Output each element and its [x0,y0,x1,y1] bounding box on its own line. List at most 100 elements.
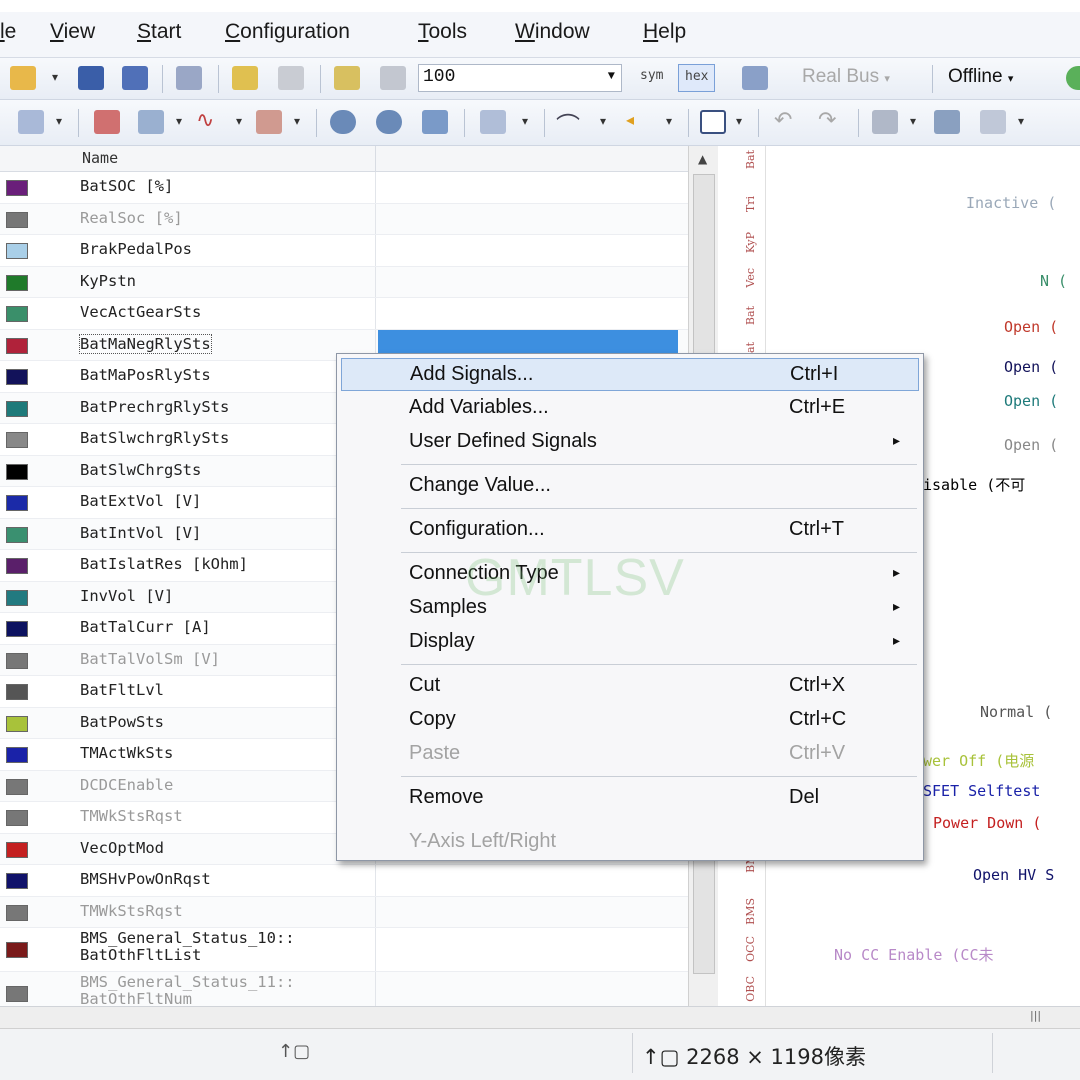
export-icon[interactable] [934,110,960,134]
signal-color-swatch[interactable] [6,306,28,322]
measurement-setup-icon[interactable] [176,66,202,90]
menu-start[interactable]: Start [137,20,181,44]
signal-color-swatch[interactable] [6,986,28,1002]
signal-color-swatch[interactable] [6,274,28,291]
layout-icon[interactable] [872,110,898,134]
chevron-down-icon[interactable]: ▾ [666,114,672,128]
menu-item-add-variables[interactable]: Add Variables... Ctrl+E [341,392,919,425]
save-icon[interactable] [78,66,104,90]
zoom-fit-icon[interactable] [422,110,448,134]
offline-dropdown[interactable]: Offline ▾ [948,66,1013,88]
zoom-config-icon[interactable] [334,66,360,90]
horizontal-scrollbar[interactable]: ||| [0,1007,1080,1029]
signal-row[interactable]: BMSHvPowOnRqst [0,865,690,897]
axis-label[interactable]: OBC [744,976,757,1002]
axis-label[interactable]: Vec [744,268,757,288]
zoom-out-icon[interactable] [376,110,402,134]
cursor-icon[interactable]: ⌒ [556,106,580,141]
signal-color-swatch[interactable] [6,684,28,700]
signal-color-swatch[interactable] [6,715,28,732]
signal-color-swatch[interactable] [6,211,28,228]
menu-item-change-value[interactable]: Change Value... [341,470,919,503]
signal-color-swatch[interactable] [6,873,28,889]
chart-type-icon[interactable] [480,110,506,134]
signal-color-swatch[interactable] [6,589,28,606]
signal-color-swatch[interactable] [6,463,28,480]
marker-left-icon[interactable]: ◂ [626,110,634,129]
axis-label[interactable]: OCC [744,936,757,962]
zoom-in-icon[interactable] [330,110,356,134]
sym-button[interactable]: sym [634,64,669,92]
menu-view[interactable]: View [50,20,95,44]
signal-color-swatch[interactable] [6,810,28,826]
graph-layout-icon[interactable] [138,110,164,134]
signal-color-swatch[interactable] [6,243,28,259]
signal-color-swatch[interactable] [6,180,28,196]
signal-row[interactable]: BatSOC [%] [0,172,690,204]
signal-color-swatch[interactable] [6,778,28,795]
axis-label[interactable]: KyP [744,232,757,253]
chevron-down-icon[interactable]: ▾ [522,114,528,128]
hex-button[interactable]: hex [678,64,716,92]
options-icon[interactable] [980,110,1006,134]
axis-label[interactable]: Bat [744,306,757,325]
axis-icon[interactable] [18,110,44,134]
menu-window[interactable]: Window [515,20,590,44]
graph-window-icon[interactable] [94,110,120,134]
chevron-down-icon[interactable]: ▾ [56,114,62,128]
column-divider[interactable] [375,146,376,172]
column-header-name[interactable]: Name [82,149,118,167]
axis-label[interactable]: Bat [744,150,757,169]
menu-item-copy[interactable]: Copy Ctrl+C [341,704,919,737]
axis-label[interactable]: Tri [744,196,757,212]
signal-color-swatch[interactable] [6,652,28,669]
chevron-down-icon[interactable]: ▾ [1018,114,1024,128]
scroll-mode-icon[interactable] [256,110,282,134]
signal-color-swatch[interactable] [6,432,28,448]
chevron-down-icon[interactable]: ▾ [294,114,300,128]
signal-color-swatch[interactable] [6,841,28,858]
signal-color-swatch[interactable] [6,904,28,921]
signal-color-swatch[interactable] [6,337,28,354]
signal-color-swatch[interactable] [6,526,28,543]
signal-row[interactable]: BMS_General_Status_10:: BatOthFltList [0,928,690,972]
signal-color-swatch[interactable] [6,942,28,958]
menu-item-configuration[interactable]: Configuration... Ctrl+T [341,514,919,547]
signal-color-swatch[interactable] [6,621,28,637]
signal-row[interactable]: VecActGearSts [0,298,690,330]
config-icon[interactable] [232,66,258,90]
menu-configuration[interactable]: Configuration [225,20,350,44]
signal-color-swatch[interactable] [6,400,28,417]
menu-file[interactable]: le [0,20,16,44]
save-as-icon[interactable] [122,66,148,90]
chevron-down-icon[interactable]: ▾ [236,114,242,128]
bus-statistics-icon[interactable] [742,66,768,90]
scroll-up-icon[interactable]: ▲ [698,152,707,166]
menu-tools[interactable]: Tools [418,20,467,44]
axis-label[interactable]: BMS [744,898,757,925]
signal-row[interactable]: RealSoc [%] [0,203,690,235]
signal-color-swatch[interactable] [6,558,28,574]
scrollbar-grip-icon[interactable]: ||| [1030,1009,1041,1022]
menu-item-remove[interactable]: Remove Del [341,782,919,815]
signal-row[interactable]: KyPstn [0,266,690,298]
signal-row[interactable]: BrakPedalPos [0,235,690,267]
signal-color-swatch[interactable] [6,747,28,763]
signal-row[interactable]: TMWkStsRqst [0,896,690,928]
open-folder-icon[interactable] [10,66,36,90]
chevron-down-icon[interactable]: ▾ [176,114,182,128]
menu-item-user-defined-signals[interactable]: User Defined Signals ▸ [341,426,919,459]
window-frame-icon[interactable] [700,110,726,134]
menu-item-cut[interactable]: Cut Ctrl+X [341,670,919,703]
signal-color-swatch[interactable] [6,495,28,511]
chevron-down-icon[interactable]: ▾ [736,114,742,128]
menu-help[interactable]: Help [643,20,686,44]
chevron-down-icon[interactable]: ▾ [910,114,916,128]
line-mode-icon[interactable]: ∿ [196,108,214,133]
zoom-select[interactable]: 100 ▼ [418,64,622,92]
menu-item-display[interactable]: Display ▸ [341,626,919,659]
open-dropdown-icon[interactable]: ▾ [52,70,58,84]
chevron-down-icon[interactable]: ▼ [608,69,615,83]
signal-color-swatch[interactable] [6,369,28,385]
menu-item-add-signals[interactable]: Add Signals... Ctrl+I [341,358,919,391]
